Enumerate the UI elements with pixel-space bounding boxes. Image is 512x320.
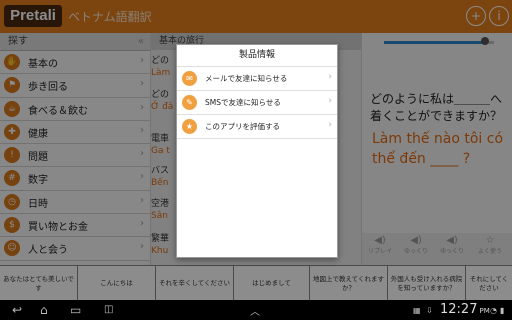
chevron-right-icon: › [328,96,332,106]
mail-icon: ✉ [182,71,197,86]
download-icon: ⇩ [426,306,433,315]
recent-apps-icon[interactable]: ▭ [70,303,81,317]
product-info-dialog: 製品情報 ✉ メールで友達に知らせる › ✎ SMSで友達に知らせる › ★ こ… [176,44,338,258]
home-icon[interactable]: ⌂ [40,303,48,317]
chevron-right-icon: › [328,120,332,130]
dialog-item-label: このアプリを評価する [205,122,280,131]
dialog-title: 製品情報 [177,45,337,67]
dialog-item-label: メールで友達に知らせる [205,74,288,83]
status-clock: 12:27 PM [440,302,490,317]
share-email-item[interactable]: ✉ メールで友達に知らせる › [177,67,337,91]
share-sms-item[interactable]: ✎ SMSで友達に知らせる › [177,91,337,115]
chevron-right-icon: › [328,72,332,82]
sms-icon: ✎ [182,95,197,110]
rate-app-item[interactable]: ★ このアプリを評価する › [177,115,337,139]
back-icon[interactable]: ↩ [12,303,22,317]
notification-icon: ▦ [413,306,421,315]
wifi-icon: ◔ [490,306,497,315]
dialog-item-label: SMSで友達に知らせる [205,98,281,107]
system-nav-bar: ↩ ⌂ ▭ ◫ ︿ ▦ ⇩ 12:27 PM ◔ ▮ [0,300,512,320]
clock-time: 12:27 [440,302,478,317]
screenshot-icon[interactable]: ◫ [104,304,113,315]
clock-ampm: PM [479,307,490,315]
chevron-up-icon[interactable]: ︿ [250,303,260,318]
star-icon: ★ [182,119,197,134]
battery-icon: ▮ [500,306,505,315]
